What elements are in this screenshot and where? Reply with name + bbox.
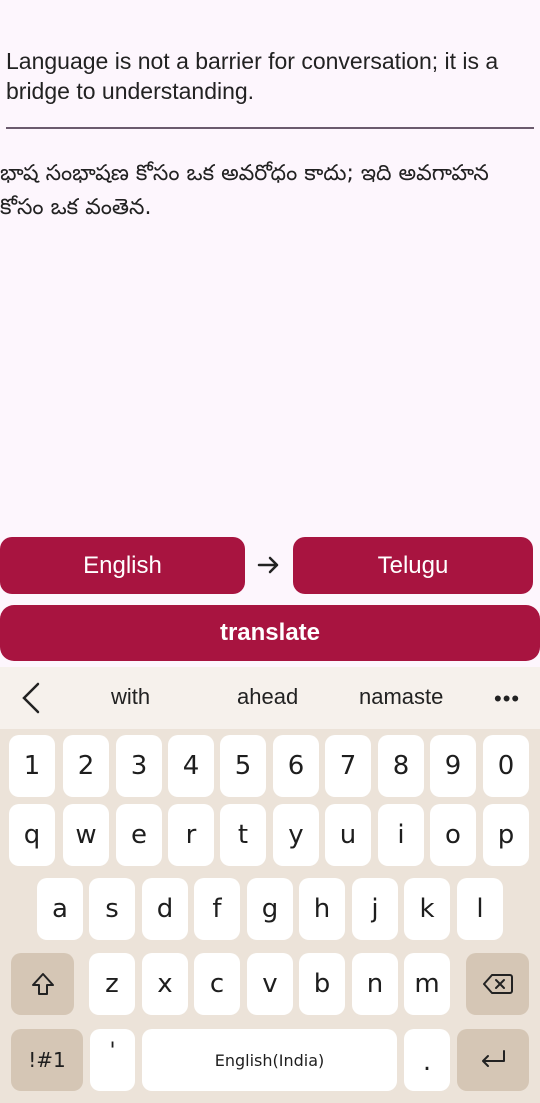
- key-k[interactable]: k: [404, 878, 450, 940]
- key-j[interactable]: j: [352, 878, 398, 940]
- key-r[interactable]: r: [168, 804, 214, 866]
- target-language-button[interactable]: Telugu: [293, 537, 533, 594]
- key-t[interactable]: t: [220, 804, 266, 866]
- space-bar[interactable]: English(India): [142, 1029, 397, 1091]
- key-0[interactable]: 0: [483, 735, 529, 797]
- suggestion-item[interactable]: with: [111, 684, 150, 710]
- shift-key[interactable]: [11, 953, 74, 1015]
- backspace-icon: [482, 974, 513, 994]
- key-1[interactable]: 1: [9, 735, 55, 797]
- key-u[interactable]: u: [325, 804, 371, 866]
- enter-icon: [482, 1050, 505, 1067]
- key-5[interactable]: 5: [220, 735, 266, 797]
- more-icon[interactable]: •••: [494, 686, 520, 712]
- arrow-right-icon: [252, 548, 286, 582]
- translate-button[interactable]: translate: [0, 605, 540, 661]
- key-w[interactable]: w: [63, 804, 109, 866]
- key-3[interactable]: 3: [116, 735, 162, 797]
- key-e[interactable]: e: [116, 804, 162, 866]
- symbols-key[interactable]: !#1: [11, 1029, 83, 1091]
- key-v[interactable]: v: [247, 953, 293, 1015]
- key-q[interactable]: q: [9, 804, 55, 866]
- key-b[interactable]: b: [299, 953, 345, 1015]
- key-i[interactable]: i: [378, 804, 424, 866]
- key-o[interactable]: o: [430, 804, 476, 866]
- enter-key[interactable]: [457, 1029, 529, 1091]
- key-m[interactable]: m: [404, 953, 450, 1015]
- key-d[interactable]: d: [142, 878, 188, 940]
- chevron-left-icon[interactable]: [18, 680, 46, 716]
- key-apostrophe[interactable]: ': [90, 1029, 135, 1091]
- key-y[interactable]: y: [273, 804, 319, 866]
- key-8[interactable]: 8: [378, 735, 424, 797]
- key-9[interactable]: 9: [430, 735, 476, 797]
- translated-text: భాష సంభాషణ కోసం ఒక అవరోధం కాదు; ఇది అవగా…: [0, 161, 489, 220]
- key-6[interactable]: 6: [273, 735, 319, 797]
- key-s[interactable]: s: [89, 878, 135, 940]
- backspace-key[interactable]: [466, 953, 529, 1015]
- key-c[interactable]: c: [194, 953, 240, 1015]
- key-f[interactable]: f: [194, 878, 240, 940]
- shift-icon: [31, 973, 54, 995]
- key-7[interactable]: 7: [325, 735, 371, 797]
- key-h[interactable]: h: [299, 878, 345, 940]
- key-x[interactable]: x: [142, 953, 188, 1015]
- key-g[interactable]: g: [247, 878, 293, 940]
- key-p[interactable]: p: [483, 804, 529, 866]
- suggestion-item[interactable]: namaste: [359, 684, 443, 710]
- suggestion-item[interactable]: ahead: [237, 684, 298, 710]
- key-a[interactable]: a: [37, 878, 83, 940]
- key-n[interactable]: n: [352, 953, 398, 1015]
- key-z[interactable]: z: [89, 953, 135, 1015]
- source-language-button[interactable]: English: [0, 537, 245, 594]
- key-l[interactable]: l: [457, 878, 503, 940]
- input-divider: [6, 127, 534, 129]
- key-4[interactable]: 4: [168, 735, 214, 797]
- key-period[interactable]: .: [404, 1029, 450, 1091]
- source-text-field[interactable]: Language is not a barrier for conversati…: [6, 46, 536, 106]
- key-2[interactable]: 2: [63, 735, 109, 797]
